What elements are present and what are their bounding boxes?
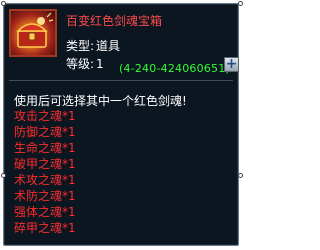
item-level-label: 等级: [66, 57, 95, 71]
option-item-shatter: 碎甲之魂*1 [14, 221, 76, 235]
item-type-row: 类型: 道具 [66, 37, 120, 54]
option-item-spell-attack: 术攻之魂*1 [14, 173, 76, 187]
item-level-row: 等级: 1 [66, 55, 104, 72]
item-level-value: 1 [96, 57, 104, 71]
item-code: (4-240-424060651) [119, 62, 230, 75]
option-item-armor-break: 破甲之魂*1 [14, 157, 76, 171]
item-tooltip: 百变红色剑魂宝箱 类型: 道具 等级: 1 (4-240-424060651) 使用… [3, 3, 239, 246]
expand-button[interactable]: + [224, 57, 239, 72]
resize-handle-top-right[interactable] [238, 1, 243, 6]
option-item-attack: 攻击之魂*1 [14, 109, 76, 123]
option-item-spell-defense: 术防之魂*1 [14, 189, 76, 203]
resize-handle-left[interactable] [1, 173, 6, 178]
resize-handle-right[interactable] [238, 173, 243, 178]
item-type-value: 道具 [96, 39, 121, 53]
option-list: 攻击之魂*1 防御之魂*1 生命之魂*1 破甲之魂*1 术攻之魂*1 术防之魂*… [14, 108, 76, 236]
item-type-label: 类型: [66, 39, 95, 53]
option-item-defense: 防御之魂*1 [14, 125, 76, 139]
resize-handle-top-left[interactable] [1, 1, 6, 6]
divider [9, 80, 233, 81]
option-item-body: 强体之魂*1 [14, 205, 76, 219]
item-description: 使用后可选择其中一个红色剑魂! [14, 94, 187, 108]
treasure-chest-icon [9, 9, 57, 57]
item-name: 百变红色剑魂宝箱 [66, 14, 163, 28]
plus-icon: + [225, 56, 238, 72]
option-item-life: 生命之魂*1 [14, 141, 76, 155]
